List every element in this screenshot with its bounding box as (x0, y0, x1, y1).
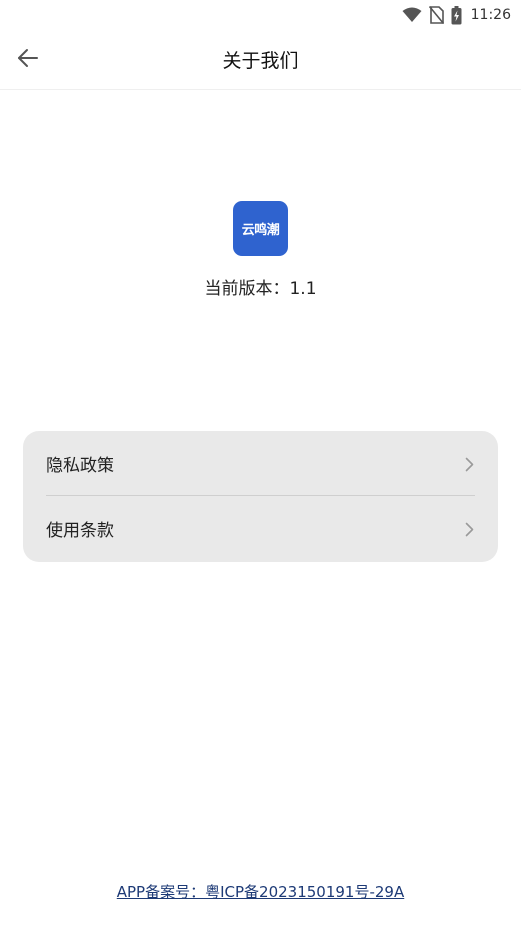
terms-of-use-item[interactable]: 使用条款 (23, 496, 498, 561)
chevron-right-icon (465, 457, 474, 476)
about-us-screen: 11:26 关于我们 云鸣潮 当前版本：1.1 隐私政策 使用条款 APP备案号… (0, 0, 521, 926)
status-bar: 11:26 (0, 0, 521, 30)
version-text: 当前版本：1.1 (204, 279, 317, 299)
status-time: 11:26 (470, 7, 511, 23)
page-title: 关于我们 (222, 50, 299, 72)
privacy-policy-item[interactable]: 隐私政策 (23, 431, 498, 496)
app-logo-text: 云鸣潮 (241, 223, 280, 238)
no-sim-icon (428, 6, 444, 24)
chevron-right-icon (465, 522, 474, 541)
wifi-icon (402, 7, 422, 23)
battery-charging-icon (451, 5, 462, 25)
terms-of-use-label: 使用条款 (46, 521, 114, 541)
menu-card: 隐私政策 使用条款 (23, 431, 498, 562)
app-bar: 关于我们 (0, 30, 521, 90)
icp-record-link[interactable]: APP备案号：粤ICP备2023150191号-29A (0, 881, 521, 902)
app-logo: 云鸣潮 (233, 201, 288, 256)
privacy-policy-label: 隐私政策 (46, 456, 114, 476)
